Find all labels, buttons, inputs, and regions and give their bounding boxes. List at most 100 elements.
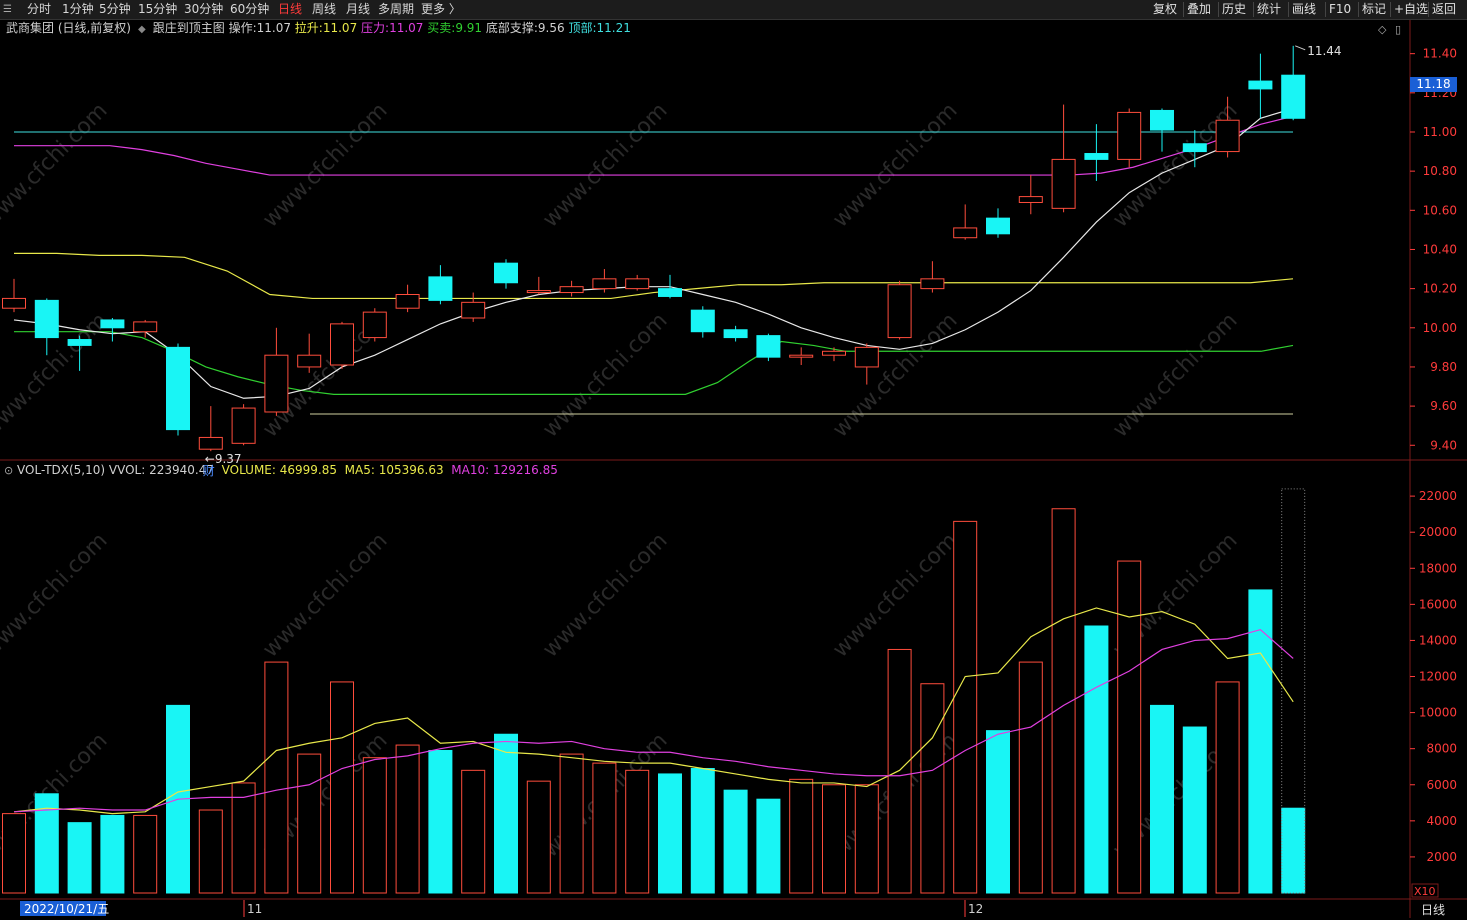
volume-bar bbox=[723, 789, 748, 894]
watermark-text: www.cfchi.com bbox=[538, 528, 672, 662]
volume-bar bbox=[559, 753, 584, 894]
volume-axis-label: 22000 bbox=[1419, 489, 1457, 503]
price-axis-label: 9.60 bbox=[1430, 399, 1457, 413]
volume-bar bbox=[461, 769, 486, 894]
candle-down bbox=[100, 319, 125, 329]
kline-chart[interactable]: www.cfchi.com www.cfchi.com www.cfchi.com w… bbox=[0, 0, 1467, 920]
volume-bar bbox=[494, 733, 518, 894]
candle-up bbox=[887, 284, 912, 339]
volume-bar bbox=[690, 768, 715, 894]
volume-unit-label: X10 bbox=[1414, 885, 1436, 898]
candle-down bbox=[723, 329, 748, 339]
volume-bar bbox=[362, 757, 387, 894]
volume-axis-label: 10000 bbox=[1419, 706, 1457, 720]
candle-up bbox=[1018, 196, 1043, 203]
candle-up bbox=[592, 278, 617, 290]
month-label: 12 bbox=[968, 902, 983, 916]
volume-bar bbox=[822, 784, 846, 894]
watermark-text: www.cfchi.com bbox=[258, 98, 392, 232]
watermark-text: www.cfchi.com bbox=[828, 98, 962, 232]
candle-down bbox=[756, 335, 781, 358]
period-indicator: 日线 bbox=[1421, 903, 1446, 917]
month-label: 11 bbox=[247, 902, 262, 916]
candle-up bbox=[526, 290, 551, 294]
candle-up bbox=[461, 301, 486, 319]
candle-down bbox=[1150, 109, 1174, 131]
volume-axis-label: 14000 bbox=[1419, 633, 1457, 647]
candle-down bbox=[494, 262, 518, 284]
candle-up bbox=[362, 311, 387, 339]
volume-bar bbox=[264, 661, 289, 894]
candle-up bbox=[133, 321, 158, 333]
watermark-text: www.cfchi.com bbox=[538, 98, 672, 232]
white-ma-line bbox=[13, 107, 1294, 399]
candle-down bbox=[67, 339, 92, 346]
price-axis-label: 11.00 bbox=[1423, 125, 1457, 139]
current-price-tag: 11.18 bbox=[1410, 77, 1457, 92]
candle-up bbox=[2, 297, 26, 309]
candle-up bbox=[330, 323, 354, 366]
volume-bar bbox=[1281, 807, 1306, 894]
volume-bar bbox=[756, 798, 781, 894]
volume-bar bbox=[526, 780, 551, 894]
volume-bar bbox=[1215, 681, 1240, 894]
volume-bar bbox=[592, 762, 617, 894]
volume-bar bbox=[2, 813, 26, 894]
volume-bar bbox=[67, 822, 92, 894]
watermark-text: www.cfchi.com bbox=[258, 528, 392, 662]
volume-bar bbox=[854, 784, 879, 894]
candle-down bbox=[986, 217, 1010, 235]
volume-bar bbox=[133, 814, 158, 894]
candle-up bbox=[297, 354, 322, 368]
candle-up bbox=[822, 350, 846, 356]
volume-axis-label: 8000 bbox=[1426, 742, 1457, 756]
candle-down bbox=[428, 276, 453, 301]
volume-bar bbox=[887, 648, 912, 894]
price-axis-label: 10.00 bbox=[1423, 321, 1457, 335]
volume-bar bbox=[1018, 661, 1043, 894]
volume-axis-label: 20000 bbox=[1419, 525, 1457, 539]
high-marker bbox=[1295, 45, 1306, 51]
volume-axis-label: 18000 bbox=[1419, 561, 1457, 575]
candle-down bbox=[1281, 74, 1306, 119]
volume-bar bbox=[198, 809, 223, 894]
price-axis-label: 10.20 bbox=[1423, 282, 1457, 296]
candle-up bbox=[1117, 111, 1142, 160]
candle-up bbox=[953, 227, 978, 239]
candle-up bbox=[854, 346, 879, 368]
volume-bar bbox=[231, 782, 256, 894]
volume-bar bbox=[658, 773, 682, 894]
date-label: 2022/10/21/五 bbox=[24, 902, 109, 916]
volume-bar bbox=[920, 683, 945, 894]
volume-bar bbox=[1150, 704, 1174, 894]
candle-down bbox=[1182, 143, 1207, 153]
volume-bar bbox=[986, 730, 1010, 894]
candle-up bbox=[920, 278, 945, 290]
panel-icon: ▯ bbox=[1395, 23, 1401, 36]
volume-axis-label: 6000 bbox=[1426, 778, 1457, 792]
volume-bar bbox=[428, 749, 453, 894]
diamond-icon: ◇ bbox=[1378, 23, 1387, 36]
watermark-text: www.cfchi.com bbox=[828, 528, 962, 662]
price-axis-label: 10.40 bbox=[1423, 242, 1457, 256]
price-axis-label: 10.60 bbox=[1423, 203, 1457, 217]
candle-up bbox=[395, 294, 420, 309]
volume-bar bbox=[330, 681, 354, 894]
volume-axis-label: 12000 bbox=[1419, 670, 1457, 684]
volume-axis-label: 4000 bbox=[1426, 814, 1457, 828]
volume-bar bbox=[1084, 625, 1109, 894]
candle-up bbox=[231, 407, 256, 444]
finance-marker: 财 bbox=[203, 464, 215, 478]
candle-up bbox=[264, 354, 289, 413]
volume-bar bbox=[1117, 560, 1142, 894]
yellow-line bbox=[14, 252, 1294, 300]
candle-up bbox=[1051, 158, 1076, 209]
watermark-text: www.cfchi.com bbox=[0, 528, 113, 662]
candle-down bbox=[166, 346, 190, 431]
volume-bar bbox=[100, 814, 125, 894]
high-price-label: 11.44 bbox=[1307, 44, 1341, 58]
volume-axis-label: 2000 bbox=[1426, 850, 1457, 864]
volume-bar bbox=[953, 520, 978, 894]
price-axis-label: 11.40 bbox=[1423, 47, 1457, 61]
price-axis-label: 10.80 bbox=[1423, 164, 1457, 178]
